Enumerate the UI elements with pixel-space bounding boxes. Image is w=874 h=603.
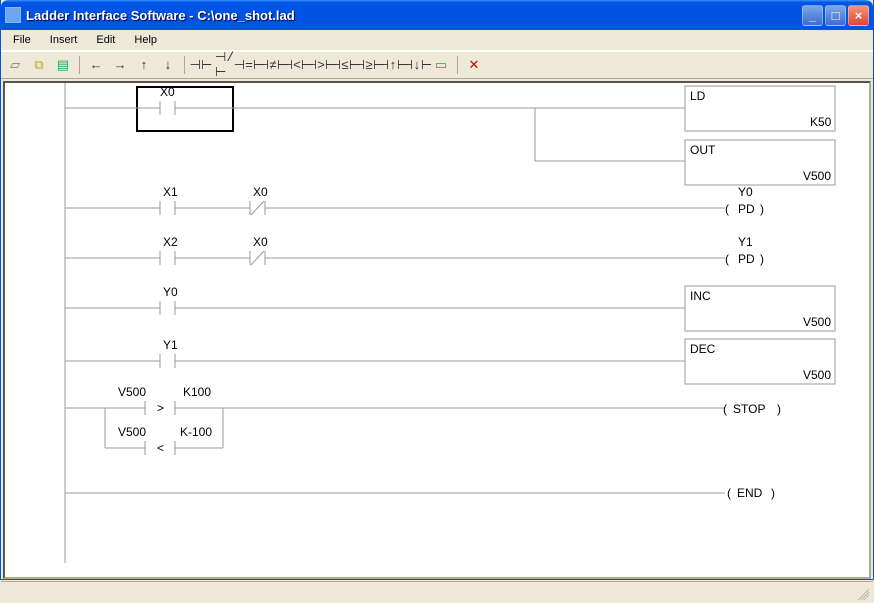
compare-op: <	[157, 441, 164, 455]
contact-lt-icon[interactable]: ⊣<⊢	[287, 55, 307, 75]
coil-paren: (	[725, 202, 729, 216]
open-icon[interactable]: ⧉	[29, 55, 49, 75]
toolbar: ▱ ⧉ ▤ ← → ↑ ↓ ⊣⊢ ⊣/⊢ ⊣=⊢ ⊣≠⊢ ⊣<⊢ ⊣>⊢ ⊣≤⊢…	[1, 51, 873, 79]
coil-label: END	[737, 486, 763, 500]
coil-paren: )	[771, 486, 775, 500]
compare-a: V500	[118, 425, 146, 439]
coil-paren: (	[725, 252, 729, 266]
separator	[79, 56, 80, 74]
right-icon[interactable]: →	[110, 55, 130, 75]
coil-paren: (	[727, 486, 731, 500]
coil-label: Y1	[738, 235, 753, 249]
contact-nc-icon[interactable]: ⊣/⊢	[215, 55, 235, 75]
coil-type: PD	[738, 252, 755, 266]
contact-label: X0	[253, 235, 268, 249]
contact-label: X0	[160, 85, 175, 99]
compare-op: >	[157, 401, 164, 415]
contact-rise-icon[interactable]: ⊣↑⊢	[383, 55, 403, 75]
contact-ge-icon[interactable]: ⊣≥⊢	[359, 55, 379, 75]
coil-paren: (	[723, 402, 727, 416]
left-icon[interactable]: ←	[86, 55, 106, 75]
down-icon[interactable]: ↓	[158, 55, 178, 75]
coil-paren: )	[760, 202, 764, 216]
selected-element[interactable]	[137, 87, 233, 131]
contact-gt-icon[interactable]: ⊣>⊢	[311, 55, 331, 75]
box-value: V500	[803, 169, 831, 183]
contact-label: X1	[163, 185, 178, 199]
box-value: V500	[803, 368, 831, 382]
box-value: K50	[810, 115, 832, 129]
delete-icon[interactable]: ✕	[464, 55, 484, 75]
contact-label: X2	[163, 235, 178, 249]
contact-label: Y0	[163, 285, 178, 299]
contact-le-icon[interactable]: ⊣≤⊢	[335, 55, 355, 75]
window-title: Ladder Interface Software - C:\one_shot.…	[26, 8, 802, 23]
menu-insert[interactable]: Insert	[42, 32, 86, 48]
contact-label: Y1	[163, 338, 178, 352]
coil-paren: )	[777, 402, 781, 416]
close-button[interactable]: ×	[848, 5, 869, 26]
box-icon[interactable]: ▭	[431, 55, 451, 75]
menu-file[interactable]: File	[5, 32, 39, 48]
separator	[457, 56, 458, 74]
statusbar	[1, 581, 873, 603]
up-icon[interactable]: ↑	[134, 55, 154, 75]
compare-a: V500	[118, 385, 146, 399]
menubar: File Insert Edit Help	[1, 30, 873, 51]
contact-eq-icon[interactable]: ⊣=⊢	[239, 55, 259, 75]
box-label: LD	[690, 89, 706, 103]
resize-grip-icon[interactable]	[855, 586, 869, 600]
save-icon[interactable]: ▤	[53, 55, 73, 75]
box-label: OUT	[690, 143, 716, 157]
app-icon	[5, 7, 21, 23]
box-value: V500	[803, 315, 831, 329]
compare-b: K100	[183, 385, 211, 399]
contact-label: X0	[253, 185, 268, 199]
coil-label: STOP	[733, 402, 765, 416]
coil-label: Y0	[738, 185, 753, 199]
coil-paren: )	[760, 252, 764, 266]
separator	[184, 56, 185, 74]
new-icon[interactable]: ▱	[5, 55, 25, 75]
coil-type: PD	[738, 202, 755, 216]
compare-b: K-100	[180, 425, 212, 439]
titlebar: Ladder Interface Software - C:\one_shot.…	[1, 0, 873, 30]
box-label: DEC	[690, 342, 716, 356]
contact-no-icon[interactable]: ⊣⊢	[191, 55, 211, 75]
box-label: INC	[690, 289, 711, 303]
contact-fall-icon[interactable]: ⊣↓⊢	[407, 55, 427, 75]
maximize-button[interactable]: □	[825, 5, 846, 26]
menu-edit[interactable]: Edit	[88, 32, 123, 48]
minimize-button[interactable]: _	[802, 5, 823, 26]
contact-neq-icon[interactable]: ⊣≠⊢	[263, 55, 283, 75]
menu-help[interactable]: Help	[126, 32, 165, 48]
ladder-canvas[interactable]: X0 LD K50 OUT V500 X1 X0 ( PD ) Y0 X2 X0…	[3, 81, 871, 579]
